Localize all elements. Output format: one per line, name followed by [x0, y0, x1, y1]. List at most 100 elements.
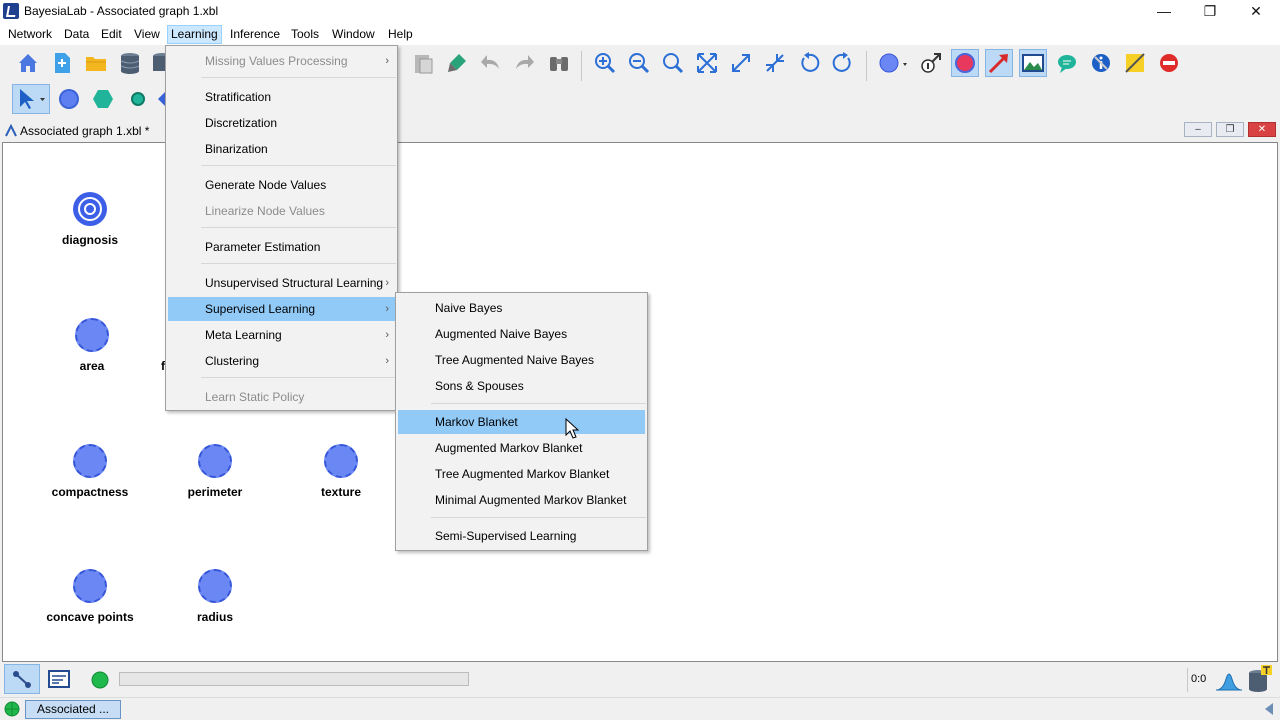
zoom-out-icon[interactable]: [625, 49, 653, 77]
sticky-note-icon[interactable]: [1121, 49, 1149, 77]
node-circle-icon: [324, 444, 358, 478]
target-node-icon: [73, 192, 107, 226]
select-arrow-icon[interactable]: [12, 84, 50, 114]
menu-item-markov-blanket[interactable]: Markov Blanket: [398, 410, 645, 434]
menu-item-binarization[interactable]: Binarization: [168, 137, 395, 161]
menu-item-clustering[interactable]: Clustering ›: [168, 349, 395, 373]
open-folder-icon[interactable]: [82, 49, 110, 77]
document-restore-button[interactable]: ❐: [1216, 122, 1244, 137]
menu-view[interactable]: View: [131, 25, 163, 44]
menu-item-augmented-naive-bayes[interactable]: Augmented Naive Bayes: [398, 322, 645, 346]
mouse-cursor-icon: [565, 418, 579, 440]
menu-network[interactable]: Network: [5, 25, 55, 44]
status-green-indicator-icon: [91, 671, 109, 689]
node-radius[interactable]: radius: [145, 569, 285, 624]
collapse-arrow-icon[interactable]: [1261, 701, 1277, 717]
menu-separator: [201, 377, 396, 378]
document-taskbar: Associated ...: [0, 697, 1280, 720]
menu-item-naive-bayes[interactable]: Naive Bayes: [398, 296, 645, 320]
menu-item-sons-and-spouses[interactable]: Sons & Spouses: [398, 374, 645, 398]
menu-help[interactable]: Help: [385, 25, 416, 44]
menu-separator: [201, 77, 396, 78]
node-info-arrow-icon[interactable]: [917, 49, 945, 77]
tooltip-info-icon[interactable]: [1087, 49, 1115, 77]
database-status-icon[interactable]: [1247, 665, 1273, 693]
image-icon[interactable]: [1019, 49, 1047, 77]
toolbar-separator: [866, 51, 867, 81]
menu-separator: [431, 403, 646, 404]
comment-icon[interactable]: [1053, 49, 1081, 77]
menu-item-discretization[interactable]: Discretization: [168, 111, 395, 135]
document-title: Associated graph 1.xbl *: [20, 124, 150, 138]
node-label: area: [79, 359, 105, 373]
menu-item-minimal-augmented-markov-blanket[interactable]: Minimal Augmented Markov Blanket: [398, 488, 645, 512]
save-database-icon[interactable]: [150, 49, 166, 77]
menu-separator: [431, 517, 646, 518]
menu-edit[interactable]: Edit: [98, 25, 125, 44]
document-close-button[interactable]: ✕: [1248, 122, 1276, 137]
menu-item-label: Meta Learning: [205, 328, 282, 342]
node-mode-icon[interactable]: [951, 49, 979, 77]
paste-icon[interactable]: [409, 49, 437, 77]
menu-data[interactable]: Data: [61, 25, 92, 44]
circle-node-icon[interactable]: [55, 85, 83, 113]
menu-item-generate-node-values[interactable]: Generate Node Values: [168, 173, 395, 197]
minimize-window-button[interactable]: —: [1141, 0, 1187, 23]
fit-to-window-icon[interactable]: [693, 49, 721, 77]
node-texture[interactable]: texture: [271, 444, 411, 499]
node-shape-dropdown-icon[interactable]: [876, 49, 910, 77]
node-diagnosis[interactable]: diagnosis: [20, 192, 160, 247]
learning-menu: Missing Values Processing › Stratificati…: [165, 45, 398, 411]
menu-item-unsupervised-structural-learning[interactable]: Unsupervised Structural Learning ›: [168, 271, 395, 295]
node-label: perimeter: [187, 485, 243, 499]
zoom-in-icon[interactable]: [591, 49, 619, 77]
node-concave-points[interactable]: concave points: [20, 569, 160, 624]
home-icon[interactable]: [14, 49, 42, 77]
console-view-icon[interactable]: [45, 665, 73, 693]
menu-item-label: Clustering: [205, 354, 260, 368]
small-circle-node-icon[interactable]: [124, 85, 152, 113]
menu-item-meta-learning[interactable]: Meta Learning ›: [168, 323, 395, 347]
network-document-icon: [4, 124, 18, 138]
menu-inference[interactable]: Inference: [227, 25, 283, 44]
format-painter-icon[interactable]: [443, 49, 471, 77]
menu-item-missing-values-processing[interactable]: Missing Values Processing ›: [168, 49, 395, 73]
document-task-tab[interactable]: Associated ...: [25, 700, 121, 719]
menu-item-supervised-learning[interactable]: Supervised Learning ›: [168, 297, 395, 321]
find-binoculars-icon[interactable]: [545, 49, 573, 77]
node-compactness[interactable]: compactness: [20, 444, 160, 499]
no-parking-icon[interactable]: [1155, 49, 1183, 77]
zoom-icon[interactable]: [659, 49, 687, 77]
menu-item-parameter-estimation[interactable]: Parameter Estimation: [168, 235, 395, 259]
distribution-icon[interactable]: [1215, 669, 1243, 691]
close-window-button[interactable]: ✕: [1233, 0, 1279, 23]
rotate-left-icon[interactable]: [795, 49, 823, 77]
menu-item-stratification[interactable]: Stratification: [168, 85, 395, 109]
menu-item-tree-augmented-markov-blanket[interactable]: Tree Augmented Markov Blanket: [398, 462, 645, 486]
status-bar: 0:0: [0, 662, 1280, 697]
document-minimize-button[interactable]: –: [1184, 122, 1212, 137]
menu-item-linearize-node-values[interactable]: Linearize Node Values: [168, 199, 395, 223]
rotate-right-icon[interactable]: [829, 49, 857, 77]
hexagon-node-icon[interactable]: [89, 85, 117, 113]
menu-item-tree-augmented-naive-bayes[interactable]: Tree Augmented Naive Bayes: [398, 348, 645, 372]
menu-learning[interactable]: Learning: [167, 25, 222, 44]
undo-icon[interactable]: [477, 49, 505, 77]
expand-icon[interactable]: [727, 49, 755, 77]
menu-tools[interactable]: Tools: [288, 25, 322, 44]
menu-window[interactable]: Window: [329, 25, 378, 44]
redo-icon[interactable]: [510, 49, 538, 77]
node-area[interactable]: area: [22, 318, 162, 373]
menu-item-learn-static-policy[interactable]: Learn Static Policy: [168, 385, 395, 409]
arc-mode-icon[interactable]: [985, 49, 1013, 77]
node-circle-icon: [75, 318, 109, 352]
database-icon[interactable]: [116, 49, 144, 77]
maximize-window-button[interactable]: ❐: [1187, 0, 1233, 23]
menu-item-augmented-markov-blanket[interactable]: Augmented Markov Blanket: [398, 436, 645, 460]
node-label: texture: [320, 485, 361, 499]
graph-view-icon[interactable]: [4, 664, 40, 694]
menu-item-semi-supervised-learning[interactable]: Semi-Supervised Learning: [398, 524, 645, 548]
new-network-icon[interactable]: [48, 49, 76, 77]
shrink-icon[interactable]: [761, 49, 789, 77]
node-perimeter[interactable]: perimeter: [145, 444, 285, 499]
